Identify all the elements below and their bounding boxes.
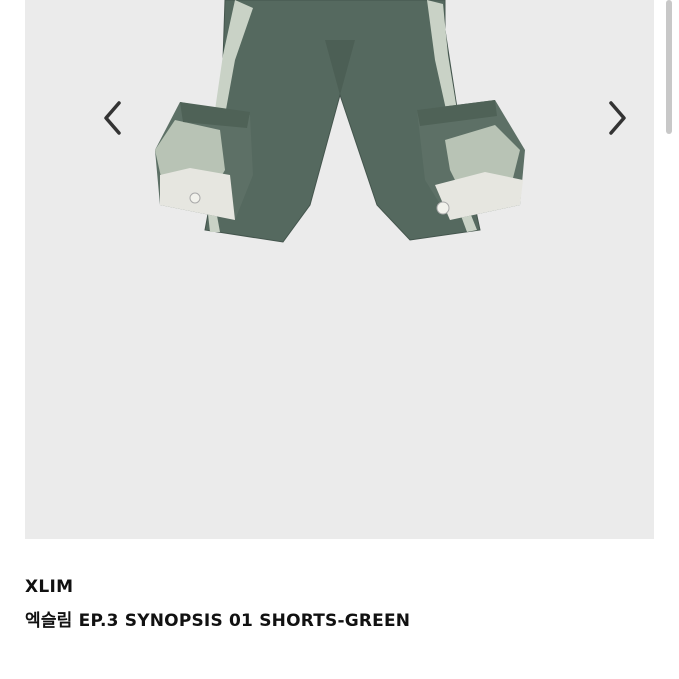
chevron-right-icon: [609, 101, 626, 135]
product-image-gallery[interactable]: [25, 0, 654, 539]
product-photo: [155, 0, 525, 243]
next-image-button[interactable]: [595, 96, 639, 140]
product-title: 엑슬림 EP.3 SYNOPSIS 01 SHORTS-GREEN: [25, 611, 411, 631]
chevron-left-icon: [104, 101, 121, 135]
scrollbar-thumb[interactable]: [666, 0, 672, 134]
previous-image-button[interactable]: [91, 96, 135, 140]
brand-name[interactable]: XLIM: [25, 577, 73, 597]
